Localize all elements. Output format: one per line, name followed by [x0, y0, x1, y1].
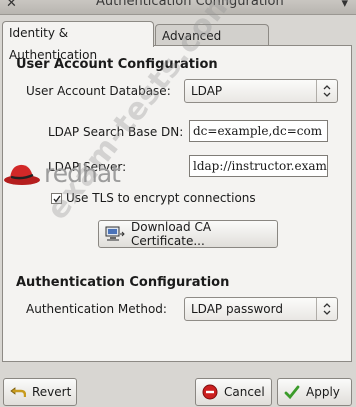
user-account-database-select[interactable]: LDAP: [184, 79, 338, 103]
download-ca-certificate-label: Download CA Certificate...: [131, 220, 212, 248]
authentication-method-label: Authentication Method:: [26, 302, 167, 316]
cancel-icon: [202, 384, 218, 400]
window-title: Authentication Configuration: [96, 0, 284, 9]
ldap-search-base-input[interactable]: dc=example,dc=com: [189, 120, 328, 142]
cancel-label: Cancel: [224, 385, 265, 399]
use-tls-label: Use TLS to encrypt connections: [66, 191, 256, 205]
combo-arrows-icon: [316, 298, 337, 320]
tab-label: Identity & Authentication: [9, 26, 98, 62]
ldap-server-input[interactable]: ldap://instructor.examp: [189, 155, 328, 177]
use-tls-checkbox[interactable]: [51, 193, 62, 204]
user-account-database-label: User Account Database:: [26, 84, 171, 98]
authentication-config-section-title: Authentication Configuration: [16, 275, 230, 290]
revert-button[interactable]: Revert: [3, 378, 77, 406]
window-titlebar: ✕ Authentication Configuration ▾: [0, 0, 356, 15]
ldap-server-label: LDAP Server:: [48, 160, 127, 174]
download-ca-certificate-button[interactable]: Download CA Certificate...: [98, 220, 278, 248]
ldap-search-base-label: LDAP Search Base DN:: [48, 125, 184, 139]
authentication-method-select[interactable]: LDAP password: [184, 297, 338, 321]
tab-identity-authentication[interactable]: Identity & Authentication: [2, 21, 154, 62]
revert-label: Revert: [32, 385, 72, 399]
authentication-method-value: LDAP password: [191, 302, 283, 316]
cancel-button[interactable]: Cancel: [195, 378, 272, 406]
checkmark-icon: [284, 384, 300, 400]
apply-button[interactable]: Apply: [277, 378, 352, 406]
checkmark-icon: [53, 195, 61, 203]
computer-network-icon: [105, 226, 125, 242]
apply-label: Apply: [306, 385, 340, 399]
tab-advanced-options[interactable]: Advanced Options: [155, 24, 269, 65]
user-account-database-value: LDAP: [191, 84, 223, 98]
close-window-icon[interactable]: ✕: [6, 0, 17, 11]
window-menu-icon[interactable]: ▾: [341, 0, 348, 11]
revert-icon: [10, 385, 26, 399]
combo-arrows-icon: [316, 80, 337, 102]
